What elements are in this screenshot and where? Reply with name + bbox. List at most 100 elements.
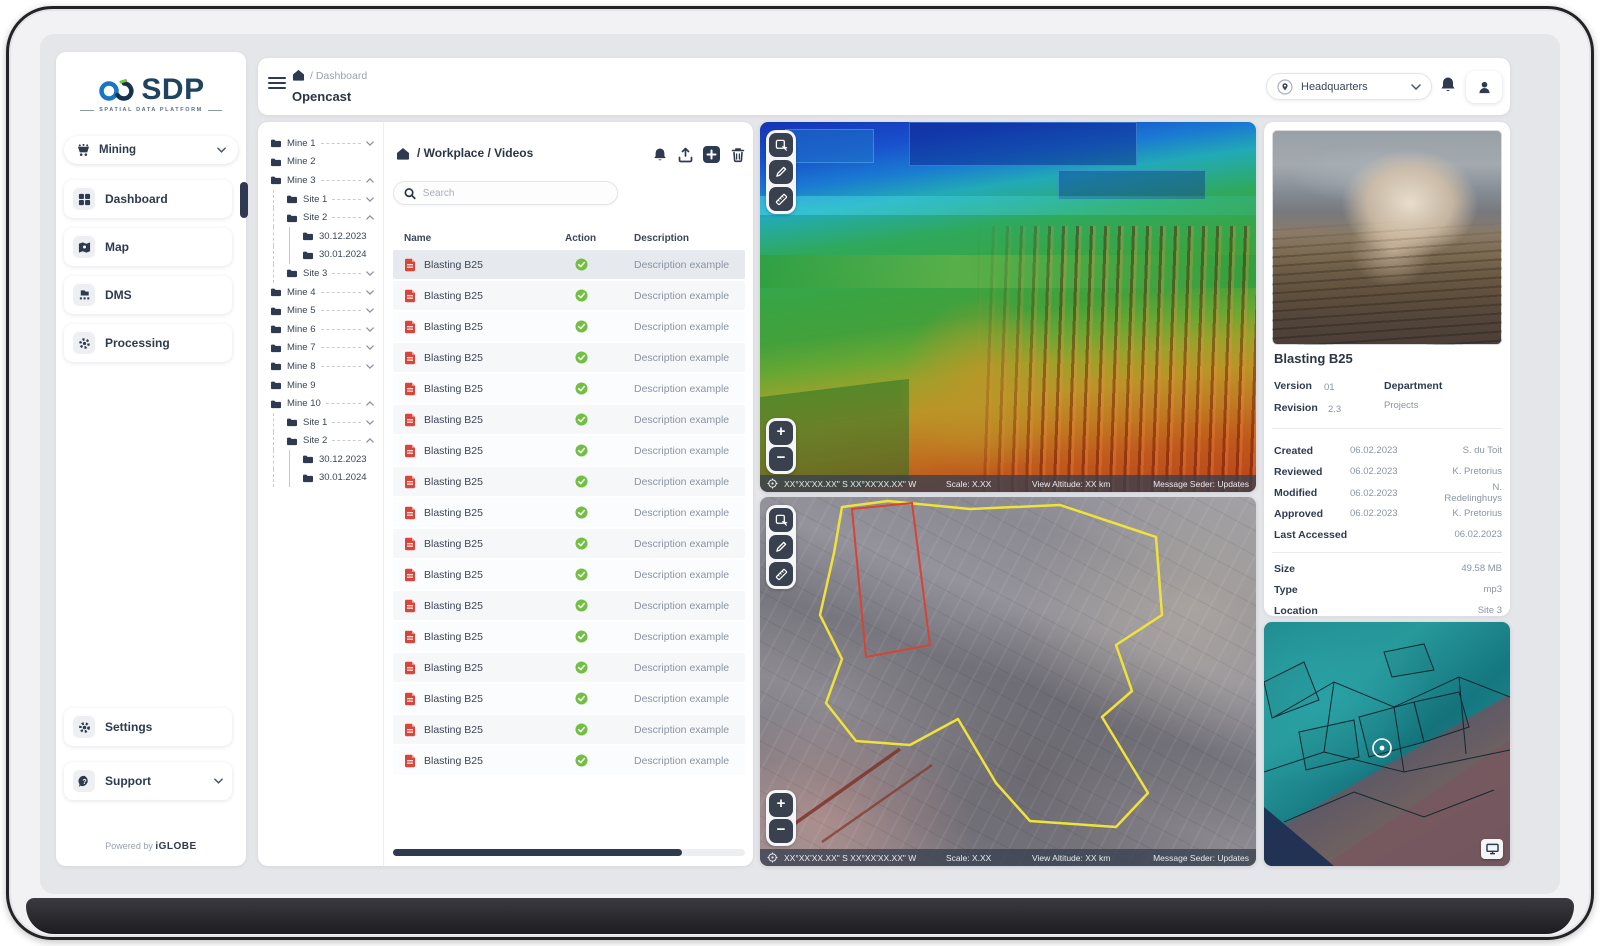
sidebar-item-label: Support — [105, 774, 204, 788]
measure-ruler-button[interactable] — [769, 562, 793, 586]
file-row[interactable]: Blasting B25 Description example — [393, 529, 745, 558]
file-row[interactable]: Blasting B25 Description example — [393, 405, 745, 434]
map-coordinates: XX°XX'XX.XX" S XX°XX'XX.XX" W — [784, 853, 916, 863]
chevron-down-icon[interactable] — [366, 401, 374, 406]
elevation-map-view[interactable]: + − XX°XX'XX.XX" S XX°XX'XX.XX" W Scale:… — [760, 122, 1256, 492]
zoom-out-button[interactable]: − — [769, 819, 793, 843]
file-row[interactable]: Blasting B25 Description example — [393, 591, 745, 620]
home-icon[interactable] — [292, 69, 305, 81]
file-row[interactable]: Blasting B25 Description example — [393, 374, 745, 403]
file-row[interactable]: Blasting B25 Description example — [393, 281, 745, 310]
hamburger-menu-icon[interactable] — [268, 76, 286, 90]
tree-item[interactable]: Site 1 — [258, 190, 383, 209]
scrollbar-thumb[interactable] — [393, 849, 682, 856]
tree-item[interactable]: 30.01.2024 — [258, 469, 383, 488]
document-icon — [404, 568, 416, 582]
profile-button[interactable] — [1466, 71, 1502, 103]
file-description: Description example — [634, 414, 745, 426]
select-tool-button[interactable] — [769, 508, 793, 532]
draw-pencil-button[interactable] — [769, 160, 793, 184]
tree-item-label: 30.01.2024 — [319, 249, 367, 260]
tree-item[interactable]: 30.01.2024 — [258, 246, 383, 265]
sidebar-item-map[interactable]: Map — [64, 228, 232, 266]
file-row[interactable]: Blasting B25 Description example — [393, 343, 745, 372]
overview-mini-map[interactable] — [1264, 622, 1510, 866]
upload-icon[interactable] — [678, 147, 693, 163]
tree-item[interactable]: Mine 10 — [258, 394, 383, 413]
tree-item[interactable]: 30.12.2023 — [258, 450, 383, 469]
tree-item[interactable]: Mine 3 — [258, 171, 383, 190]
satellite-map-view[interactable]: + − XX°XX'XX.XX" S XX°XX'XX.XX" W Scale:… — [760, 497, 1256, 866]
tree-leader-line — [321, 143, 361, 144]
tree-item[interactable]: Mine 5 — [258, 301, 383, 320]
tree-item[interactable]: Mine 2 — [258, 153, 383, 172]
details-panel: Blasting B25 Version 01 Department Revis… — [1264, 122, 1510, 616]
sidebar-item-processing[interactable]: Processing — [64, 324, 232, 362]
file-row[interactable]: Blasting B25 Description example — [393, 250, 745, 279]
file-description: Description example — [634, 507, 745, 519]
chevron-down-icon[interactable] — [366, 141, 374, 146]
file-row[interactable]: Blasting B25 Description example — [393, 622, 745, 651]
location-selector[interactable]: Headquarters — [1266, 73, 1432, 100]
tree-item[interactable]: Site 2 — [258, 208, 383, 227]
tree-leader-line — [321, 347, 361, 348]
tree-item-label: Site 3 — [303, 268, 327, 279]
select-tool-button[interactable] — [769, 133, 793, 157]
workspace-selector[interactable]: Mining — [64, 136, 238, 164]
tree-leader-line — [332, 422, 361, 423]
add-button[interactable] — [703, 146, 720, 163]
fullscreen-monitor-button[interactable] — [1481, 839, 1503, 859]
chevron-down-icon[interactable] — [366, 327, 374, 332]
tree-item[interactable]: Site 2 — [258, 432, 383, 451]
file-name: Blasting B25 — [424, 383, 483, 395]
zoom-in-button[interactable]: + — [769, 793, 793, 817]
file-row[interactable]: Blasting B25 Description example — [393, 715, 745, 744]
tree-item[interactable]: Mine 8 — [258, 357, 383, 376]
file-description: Description example — [634, 569, 745, 581]
file-row[interactable]: Blasting B25 Description example — [393, 653, 745, 682]
chevron-down-icon[interactable] — [366, 178, 374, 183]
check-circle-icon — [575, 506, 634, 519]
chevron-down-icon[interactable] — [366, 438, 374, 443]
chevron-down-icon[interactable] — [366, 271, 374, 276]
sidebar-item-dashboard[interactable]: Dashboard — [64, 180, 232, 218]
chevron-down-icon[interactable] — [366, 290, 374, 295]
file-row[interactable]: Blasting B25 Description example — [393, 498, 745, 527]
tree-item[interactable]: Site 3 — [258, 264, 383, 283]
file-row[interactable]: Blasting B25 Description example — [393, 467, 745, 496]
property-row: Location Site 3 — [1274, 600, 1502, 621]
chevron-down-icon[interactable] — [366, 308, 374, 313]
check-circle-icon — [575, 413, 634, 426]
file-row[interactable]: Blasting B25 Description example — [393, 560, 745, 589]
tree-item[interactable]: Site 1 — [258, 413, 383, 432]
tree-item[interactable]: Mine 7 — [258, 339, 383, 358]
tree-item[interactable]: Mine 1 — [258, 134, 383, 153]
measure-ruler-button[interactable] — [769, 187, 793, 211]
draw-pencil-button[interactable] — [769, 535, 793, 559]
sidebar-item-dms[interactable]: DMS — [64, 276, 232, 314]
notifications-bell-icon[interactable] — [653, 147, 667, 163]
zoom-in-button[interactable]: + — [769, 421, 793, 445]
sidebar-item-settings[interactable]: Settings — [64, 708, 232, 746]
zoom-out-button[interactable]: − — [769, 447, 793, 471]
tree-item[interactable]: Mine 4 — [258, 283, 383, 302]
file-row[interactable]: Blasting B25 Description example — [393, 436, 745, 465]
sidebar-item-support[interactable]: ? Support — [64, 762, 232, 800]
chevron-down-icon[interactable] — [366, 364, 374, 369]
file-row[interactable]: Blasting B25 Description example — [393, 684, 745, 713]
chevron-down-icon[interactable] — [366, 345, 374, 350]
home-icon[interactable] — [396, 147, 410, 160]
search-input[interactable] — [423, 188, 607, 199]
file-row[interactable]: Blasting B25 Description example — [393, 746, 745, 775]
chevron-down-icon[interactable] — [366, 420, 374, 425]
chevron-down-icon[interactable] — [366, 197, 374, 202]
tree-item[interactable]: Mine 9 — [258, 376, 383, 395]
chevron-down-icon[interactable] — [366, 215, 374, 220]
file-row[interactable]: Blasting B25 Description example — [393, 312, 745, 341]
document-icon — [404, 599, 416, 613]
tree-item-label: Mine 10 — [287, 398, 321, 409]
delete-trash-icon[interactable] — [731, 147, 745, 163]
tree-item[interactable]: Mine 6 — [258, 320, 383, 339]
tree-item[interactable]: 30.12.2023 — [258, 227, 383, 246]
notifications-bell-icon[interactable] — [1440, 76, 1456, 94]
